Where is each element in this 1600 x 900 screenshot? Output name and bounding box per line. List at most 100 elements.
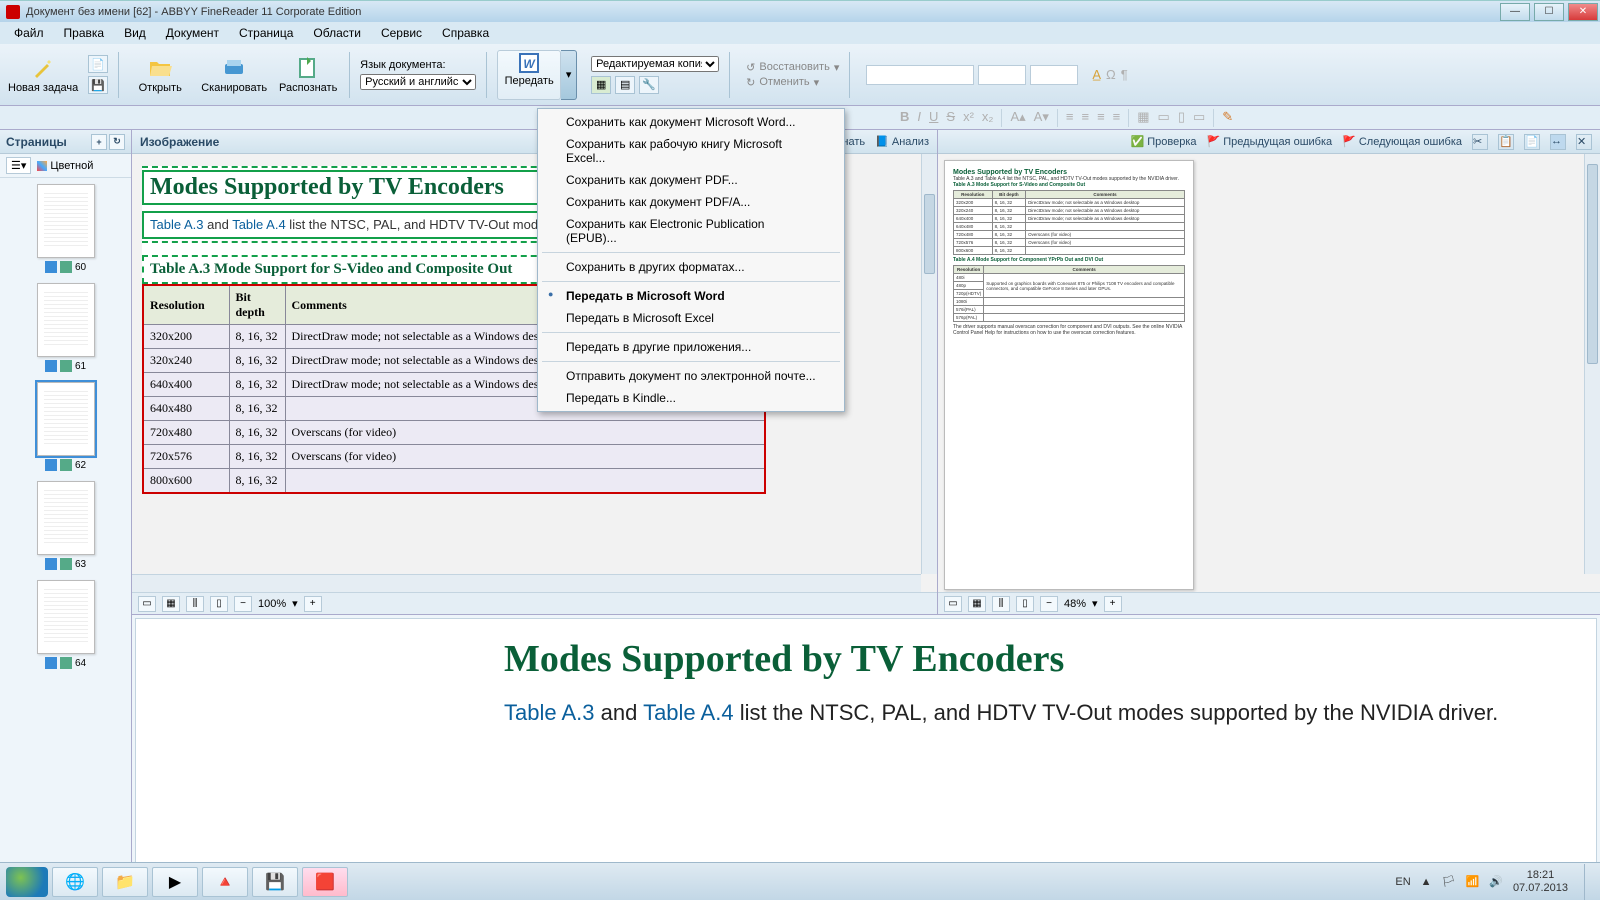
prev-grid-icon[interactable]: ▦: [968, 596, 986, 612]
menu-areas[interactable]: Области: [305, 24, 369, 42]
menu-help[interactable]: Справка: [434, 24, 497, 42]
save-mode-select[interactable]: Редактируемая копия: [591, 56, 719, 72]
recognize-button[interactable]: Распознать: [277, 47, 339, 103]
tray-lang[interactable]: EN: [1395, 876, 1410, 888]
tray-volume-icon[interactable]: 🔊: [1489, 875, 1503, 888]
text-canvas[interactable]: Modes Supported by TV Encoders Table A.3…: [135, 618, 1597, 863]
copy-icon[interactable]: 📋: [1498, 134, 1514, 150]
menu-item[interactable]: Сохранить в других форматах...: [538, 256, 844, 278]
preview-canvas[interactable]: Modes Supported by TV Encoders Table A.3…: [938, 154, 1600, 592]
insert-table-icon[interactable]: ▦: [1137, 109, 1149, 127]
cancel-button[interactable]: ↻Отменить▾: [746, 76, 839, 89]
cut-icon[interactable]: ✂: [1472, 134, 1488, 150]
menu-document[interactable]: Документ: [158, 24, 227, 42]
menu-item[interactable]: Сохранить как документ PDF...: [538, 169, 844, 191]
size-select[interactable]: [1030, 65, 1078, 85]
close-pane-icon[interactable]: ✕: [1576, 134, 1592, 150]
align-left-icon[interactable]: ≡: [1066, 109, 1074, 127]
view-grid-icon[interactable]: ▦: [162, 596, 180, 612]
menu-item[interactable]: Сохранить как документ PDF/A...: [538, 191, 844, 213]
pages-view-label[interactable]: Цветной: [50, 160, 93, 172]
omega-icon[interactable]: Ω: [1106, 67, 1116, 82]
strike-icon[interactable]: S: [946, 109, 955, 127]
tray-network-icon[interactable]: 📶: [1466, 875, 1480, 888]
prev-error-button[interactable]: 🚩 Предыдущая ошибка: [1207, 134, 1333, 150]
send-dropdown-arrow[interactable]: ▾: [561, 50, 577, 100]
paste-icon[interactable]: 📄: [1524, 134, 1540, 150]
menu-service[interactable]: Сервис: [373, 24, 430, 42]
task-ie-icon[interactable]: 🌐: [52, 867, 98, 897]
paragraph-icon[interactable]: ¶: [1121, 67, 1128, 82]
layout-options-icon[interactable]: 🔧: [639, 76, 659, 94]
save-icon[interactable]: 💾: [88, 76, 108, 94]
insert-row-icon[interactable]: ▭: [1158, 109, 1170, 127]
menu-item[interactable]: Передать в Microsoft Word: [538, 285, 844, 307]
zoom-out-icon[interactable]: −: [234, 596, 252, 612]
tray-up-icon[interactable]: ▲: [1421, 876, 1432, 888]
prev-single-icon[interactable]: ▯: [1016, 596, 1034, 612]
check-button[interactable]: ✅ Проверка: [1131, 134, 1197, 150]
maximize-button[interactable]: ☐: [1534, 3, 1564, 21]
preview-scrollbar-v[interactable]: [1584, 154, 1600, 574]
new-task-button[interactable]: Новая задача: [8, 47, 78, 103]
thumbnail-page[interactable]: 64: [0, 580, 131, 669]
italic-icon[interactable]: I: [917, 109, 921, 127]
prev-dual-icon[interactable]: ⫼: [992, 596, 1010, 612]
task-app2-icon[interactable]: 💾: [252, 867, 298, 897]
highlight-icon[interactable]: A̲: [1092, 67, 1101, 82]
language-select[interactable]: Русский и английский: [360, 74, 476, 90]
menu-view[interactable]: Вид: [116, 24, 154, 42]
menu-item[interactable]: Сохранить как Electronic Publication (EP…: [538, 213, 844, 249]
superscript-icon[interactable]: x²: [963, 109, 974, 127]
thumbnail-page[interactable]: 62: [0, 382, 131, 471]
font-shrink-icon[interactable]: A▾: [1034, 109, 1049, 127]
open-button[interactable]: Открыть: [129, 47, 191, 103]
task-explorer-icon[interactable]: 📁: [102, 867, 148, 897]
start-button[interactable]: [6, 867, 48, 897]
next-error-button[interactable]: 🚩 Следующая ошибка: [1342, 134, 1462, 150]
analyze-button[interactable]: 📘 Анализ: [875, 135, 929, 148]
task-media-icon[interactable]: ▶: [152, 867, 198, 897]
view-dual-icon[interactable]: ⫼: [186, 596, 204, 612]
menu-item[interactable]: Сохранить как документ Microsoft Word...: [538, 111, 844, 133]
fit-page-icon[interactable]: ▭: [138, 596, 156, 612]
task-finereader-icon[interactable]: 🟥: [302, 867, 348, 897]
toggle-icon[interactable]: ↔: [1550, 134, 1566, 150]
menu-file[interactable]: Файл: [6, 24, 52, 42]
font-select[interactable]: [978, 65, 1026, 85]
scan-button[interactable]: Сканировать: [201, 47, 267, 103]
style-select[interactable]: [866, 65, 974, 85]
new-doc-icon[interactable]: 📄: [88, 55, 108, 73]
insert-col-icon[interactable]: ▯: [1178, 109, 1185, 127]
menu-item[interactable]: Передать в Microsoft Excel: [538, 307, 844, 329]
prev-zoom-in-icon[interactable]: +: [1104, 596, 1122, 612]
layout-exact-icon[interactable]: ▦: [591, 76, 611, 94]
align-justify-icon[interactable]: ≡: [1113, 109, 1121, 127]
align-center-icon[interactable]: ≡: [1081, 109, 1089, 127]
minimize-button[interactable]: —: [1500, 3, 1530, 21]
align-right-icon[interactable]: ≡: [1097, 109, 1105, 127]
tray-clock[interactable]: 18:21 07.07.2013: [1513, 869, 1568, 893]
thumbnail-page[interactable]: 60: [0, 184, 131, 273]
pages-view-menu[interactable]: ☰▾: [6, 157, 31, 174]
bold-icon[interactable]: B: [900, 109, 909, 127]
image-scrollbar-h[interactable]: [132, 574, 921, 592]
thumbnail-page[interactable]: 63: [0, 481, 131, 570]
view-single-icon[interactable]: ▯: [210, 596, 228, 612]
thumbnail-page[interactable]: 61: [0, 283, 131, 372]
underline-icon[interactable]: U: [929, 109, 938, 127]
pages-remove-icon[interactable]: ↻: [109, 134, 125, 150]
menu-page[interactable]: Страница: [231, 24, 301, 42]
close-button[interactable]: ✕: [1568, 3, 1598, 21]
pen-icon[interactable]: ✎: [1222, 109, 1233, 127]
image-scrollbar-v[interactable]: [921, 154, 937, 574]
subscript-icon[interactable]: x₂: [982, 109, 994, 127]
restore-button[interactable]: ↺Восстановить▾: [746, 61, 839, 74]
menu-item[interactable]: Передать в другие приложения...: [538, 336, 844, 358]
tray-flag-icon[interactable]: 🏳: [1442, 875, 1456, 888]
task-app1-icon[interactable]: 🔺: [202, 867, 248, 897]
menu-item[interactable]: Отправить документ по электронной почте.…: [538, 365, 844, 387]
menu-item[interactable]: Сохранить как рабочую книгу Microsoft Ex…: [538, 133, 844, 169]
prev-fit-icon[interactable]: ▭: [944, 596, 962, 612]
pages-add-icon[interactable]: +: [91, 134, 107, 150]
